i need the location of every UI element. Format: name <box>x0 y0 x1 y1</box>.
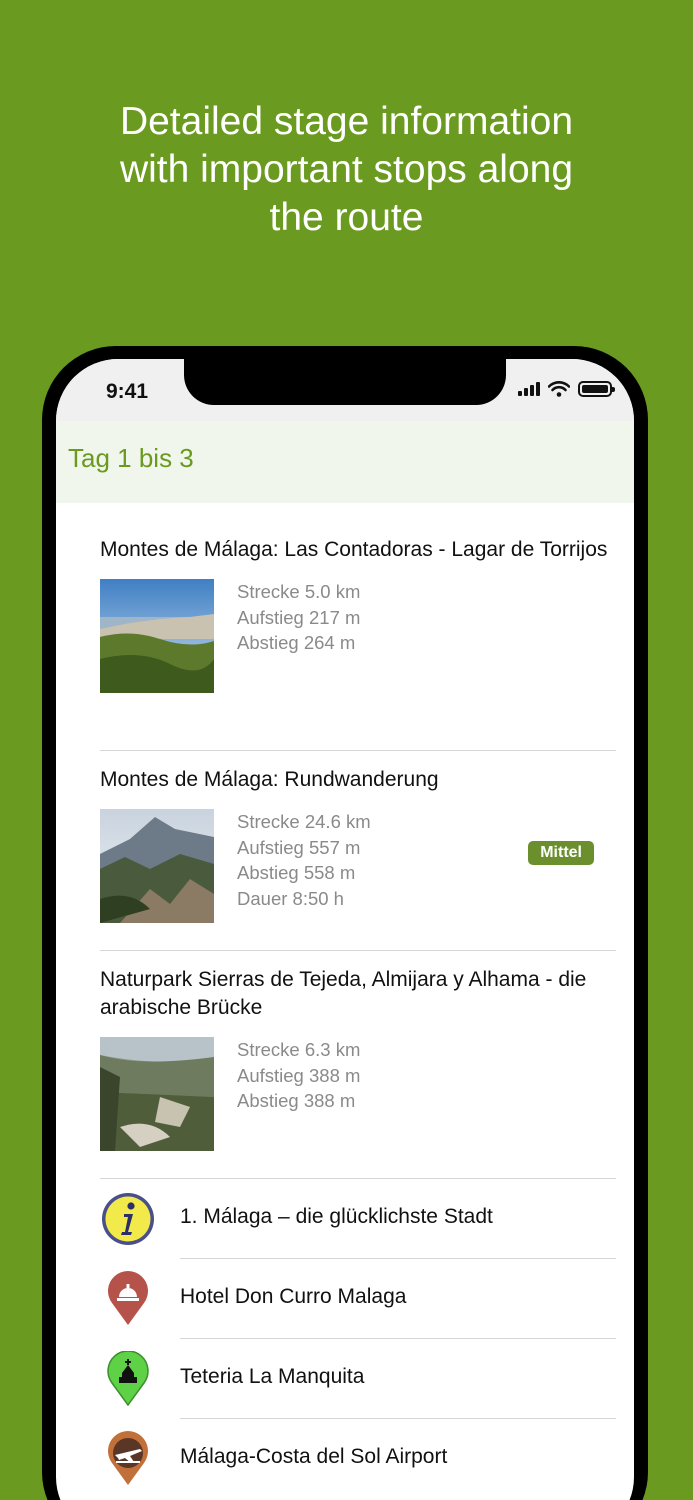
stat-ascent: Aufstieg 557 m <box>237 836 361 858</box>
poi-item[interactable]: Teteria La Manquita <box>100 1339 616 1419</box>
stage-stats: Strecke 24.6 km Aufstieg 557 m Abstieg 5… <box>237 809 371 923</box>
stat-ascent: Aufstieg 217 m <box>237 606 361 628</box>
stage-photo <box>100 809 214 923</box>
hotel-bell-marker-icon <box>108 1271 148 1325</box>
status-bar: 9:41 <box>56 359 634 421</box>
info-icon <box>102 1193 154 1245</box>
stage-stats: Strecke 5.0 km Aufstieg 217 m Abstieg 26… <box>237 579 360 693</box>
stat-descent: Abstieg 558 m <box>237 862 356 883</box>
stat-distance: Strecke 24.6 km <box>237 811 371 832</box>
poi-label: 1. Málaga – die glücklichste Stadt <box>180 1205 493 1228</box>
headline-line-1: Detailed stage information <box>119 100 574 143</box>
poi-label: Teteria La Manquita <box>180 1365 365 1388</box>
stage-item[interactable]: Naturpark Sierras de Tejeda, Almijara y … <box>100 951 616 1179</box>
stat-duration: Dauer 8:50 h <box>237 887 344 909</box>
church-marker-icon <box>107 1351 149 1407</box>
stage-title: Naturpark Sierras de Tejeda, Almijara y … <box>100 968 587 1019</box>
stage-title: Montes de Málaga: Rundwanderung <box>100 768 439 791</box>
stat-descent: Abstieg 388 m <box>237 1090 356 1111</box>
stage-photo <box>100 1037 214 1151</box>
difficulty-badge: Mittel <box>528 841 594 865</box>
battery-icon <box>578 381 615 397</box>
stat-distance: Strecke 5.0 km <box>237 581 361 602</box>
airport-marker-icon <box>108 1431 148 1485</box>
stage-body: Strecke 5.0 km Aufstieg 217 m Abstieg 26… <box>100 579 616 693</box>
stage-photo <box>100 579 214 693</box>
poi-item[interactable]: Hotel Don Curro Malaga <box>100 1259 616 1339</box>
stage-body: Strecke 6.3 km Aufstieg 388 m Abstieg 38… <box>100 1037 616 1151</box>
phone-frame: 9:41 Tag 1 bis 3 Montes de Málaga: Las C… <box>42 346 648 1500</box>
headline-line-2: with important stops along <box>119 148 574 191</box>
poi-item[interactable]: 1. Málaga – die glücklichste Stadt <box>100 1179 616 1259</box>
stat-descent: Abstieg 264 m <box>237 632 356 653</box>
cellular-signal-icon <box>518 382 540 396</box>
poi-label: Málaga-Costa del Sol Airport <box>180 1445 448 1468</box>
page-title: Tag 1 bis 3 <box>68 443 194 473</box>
wifi-icon <box>548 381 570 397</box>
status-icons <box>518 381 615 397</box>
notch <box>184 359 506 405</box>
app-header: Tag 1 bis 3 <box>56 421 634 503</box>
status-time: 9:41 <box>106 380 149 403</box>
poi-label: Hotel Don Curro Malaga <box>180 1285 407 1308</box>
stage-title: Montes de Málaga: Las Contadoras - Lagar… <box>100 538 608 561</box>
headline-line-3: the route <box>269 196 424 239</box>
stat-distance: Strecke 6.3 km <box>237 1039 361 1060</box>
stage-item[interactable]: Montes de Málaga: Las Contadoras - Lagar… <box>100 503 616 751</box>
stage-list[interactable]: Montes de Málaga: Las Contadoras - Lagar… <box>100 503 616 1499</box>
headline: Detailed stage information with importan… <box>0 98 693 242</box>
poi-item[interactable]: Málaga-Costa del Sol Airport <box>100 1419 616 1499</box>
stage-body: Strecke 24.6 km Aufstieg 557 m Abstieg 5… <box>100 809 616 923</box>
phone-screen: 9:41 Tag 1 bis 3 Montes de Málaga: Las C… <box>56 359 634 1500</box>
stage-stats: Strecke 6.3 km Aufstieg 388 m Abstieg 38… <box>237 1037 360 1151</box>
stat-ascent: Aufstieg 388 m <box>237 1064 361 1086</box>
stage-item[interactable]: Montes de Málaga: Rundwanderung Strecke … <box>100 751 616 951</box>
